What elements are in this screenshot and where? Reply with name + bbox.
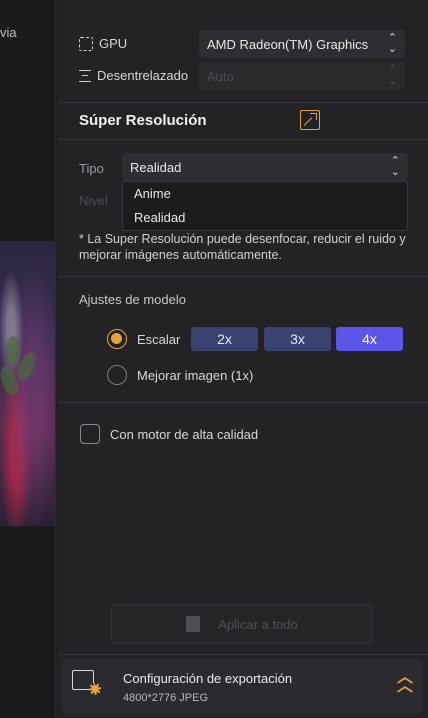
- export-details: 4800*2776 JPEG: [123, 692, 209, 704]
- export-title: Configuración de exportación: [123, 671, 293, 686]
- scale-2x-button[interactable]: 2x: [191, 327, 258, 351]
- gpu-row: GPU: [79, 36, 127, 51]
- export-settings-bar[interactable]: Configuración de exportación 4800*2776 J…: [62, 659, 423, 713]
- preview-label: via: [0, 25, 17, 40]
- chevron-updown-icon: ⌃ ⌄: [390, 155, 400, 178]
- settings-panel: GPU AMD Radeon(TM) Graphics ⌃ ⌄ Desentrel…: [57, 0, 428, 718]
- divider: [57, 102, 428, 103]
- quality-engine-row[interactable]: Con motor de alta calidad: [80, 424, 258, 444]
- clipboard-icon: [186, 616, 201, 632]
- scale-4x-button[interactable]: 4x: [336, 327, 403, 351]
- apply-all-button[interactable]: Aplicar a todo: [111, 604, 373, 644]
- type-select[interactable]: Realidad ⌃ ⌄: [122, 153, 408, 181]
- chevron-updown-icon: ⌃ ⌄: [387, 32, 397, 55]
- deinterlace-icon: [79, 69, 91, 82]
- divider: [57, 139, 428, 140]
- type-label: Tipo: [79, 161, 104, 176]
- type-select-value: Realidad: [130, 159, 182, 175]
- divider: [57, 276, 428, 277]
- deinterlace-select-value: Auto: [207, 68, 234, 84]
- quality-engine-label: Con motor de alta calidad: [110, 426, 259, 442]
- deinterlace-select[interactable]: Auto ⌃ ⌄: [199, 62, 405, 90]
- deinterlace-row: Desentrelazado: [79, 68, 188, 83]
- dropdown-option-realidad[interactable]: Realidad: [123, 206, 407, 230]
- enhance-radio-button[interactable]: [107, 365, 127, 385]
- preview-strip: via: [0, 0, 56, 718]
- gpu-select[interactable]: AMD Radeon(TM) Graphics ⌃ ⌄: [199, 30, 405, 58]
- preview-image: [0, 241, 55, 526]
- super-resolution-note: * La Super Resolución puede desenfocar, …: [79, 232, 406, 262]
- gear-icon: [89, 683, 101, 695]
- quality-engine-checkbox[interactable]: [80, 424, 100, 444]
- apply-all-label: Aplicar a todo: [218, 616, 298, 632]
- gpu-select-value: AMD Radeon(TM) Graphics: [207, 36, 369, 52]
- divider: [57, 402, 428, 403]
- enhance-radio[interactable]: Mejorar imagen (1x): [107, 365, 253, 385]
- chevron-updown-icon: ⌃ ⌄: [387, 64, 397, 87]
- expand-icon[interactable]: [300, 110, 320, 130]
- scale-radio[interactable]: Escalar: [107, 329, 180, 349]
- dropdown-option-anime[interactable]: Anime: [123, 182, 407, 206]
- scale-3x-button[interactable]: 3x: [264, 327, 331, 351]
- scale-radio-button[interactable]: [107, 329, 127, 349]
- type-dropdown-menu: Anime Realidad: [122, 181, 408, 231]
- divider: [57, 654, 428, 655]
- deinterlace-label: Desentrelazado: [97, 68, 189, 83]
- level-label: Nivel: [79, 193, 108, 208]
- scale-label: Escalar: [137, 331, 181, 347]
- enhance-label: Mejorar imagen (1x): [137, 367, 254, 383]
- model-settings-title: Ajustes de modelo: [79, 292, 186, 307]
- gpu-label: GPU: [99, 36, 128, 51]
- super-resolution-title: Súper Resolución: [79, 112, 207, 129]
- chevron-up-double-icon[interactable]: ︿ ︿: [397, 670, 413, 695]
- gpu-icon: [79, 36, 93, 51]
